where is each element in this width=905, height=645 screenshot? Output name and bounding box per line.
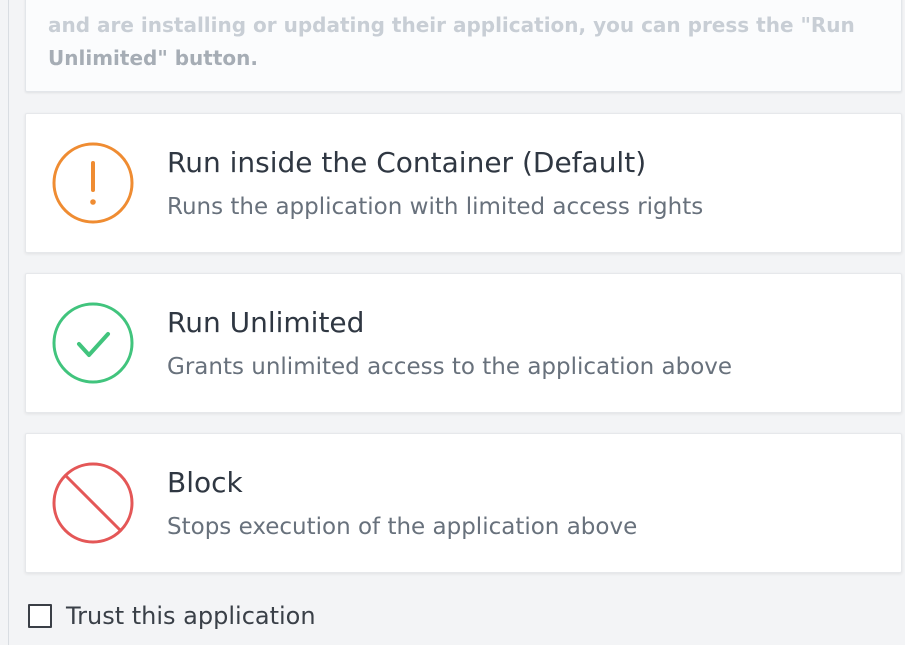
info-text-line-2: Unlimited" button. (48, 46, 258, 70)
trust-label[interactable]: Trust this application (66, 601, 316, 631)
option-title: Run inside the Container (Default) (167, 146, 647, 179)
block-option[interactable]: Block Stops execution of the application… (25, 433, 902, 573)
info-card: and are installing or updating their app… (25, 0, 902, 92)
trust-checkbox[interactable] (28, 604, 52, 628)
option-description: Runs the application with limited access… (167, 194, 704, 220)
trust-application-row[interactable]: Trust this application (28, 598, 316, 634)
block-icon (52, 462, 134, 544)
option-title: Run Unlimited (167, 306, 365, 339)
warning-icon (52, 142, 134, 224)
option-description: Grants unlimited access to the applicati… (167, 354, 733, 380)
left-divider (8, 0, 9, 645)
option-description: Stops execution of the application above (167, 514, 638, 540)
info-text-line-1: and are installing or updating their app… (48, 13, 855, 37)
check-icon (52, 302, 134, 384)
run-inside-container-option[interactable]: Run inside the Container (Default) Runs … (25, 113, 902, 253)
option-title: Block (167, 466, 243, 499)
run-unlimited-option[interactable]: Run Unlimited Grants unlimited access to… (25, 273, 902, 413)
